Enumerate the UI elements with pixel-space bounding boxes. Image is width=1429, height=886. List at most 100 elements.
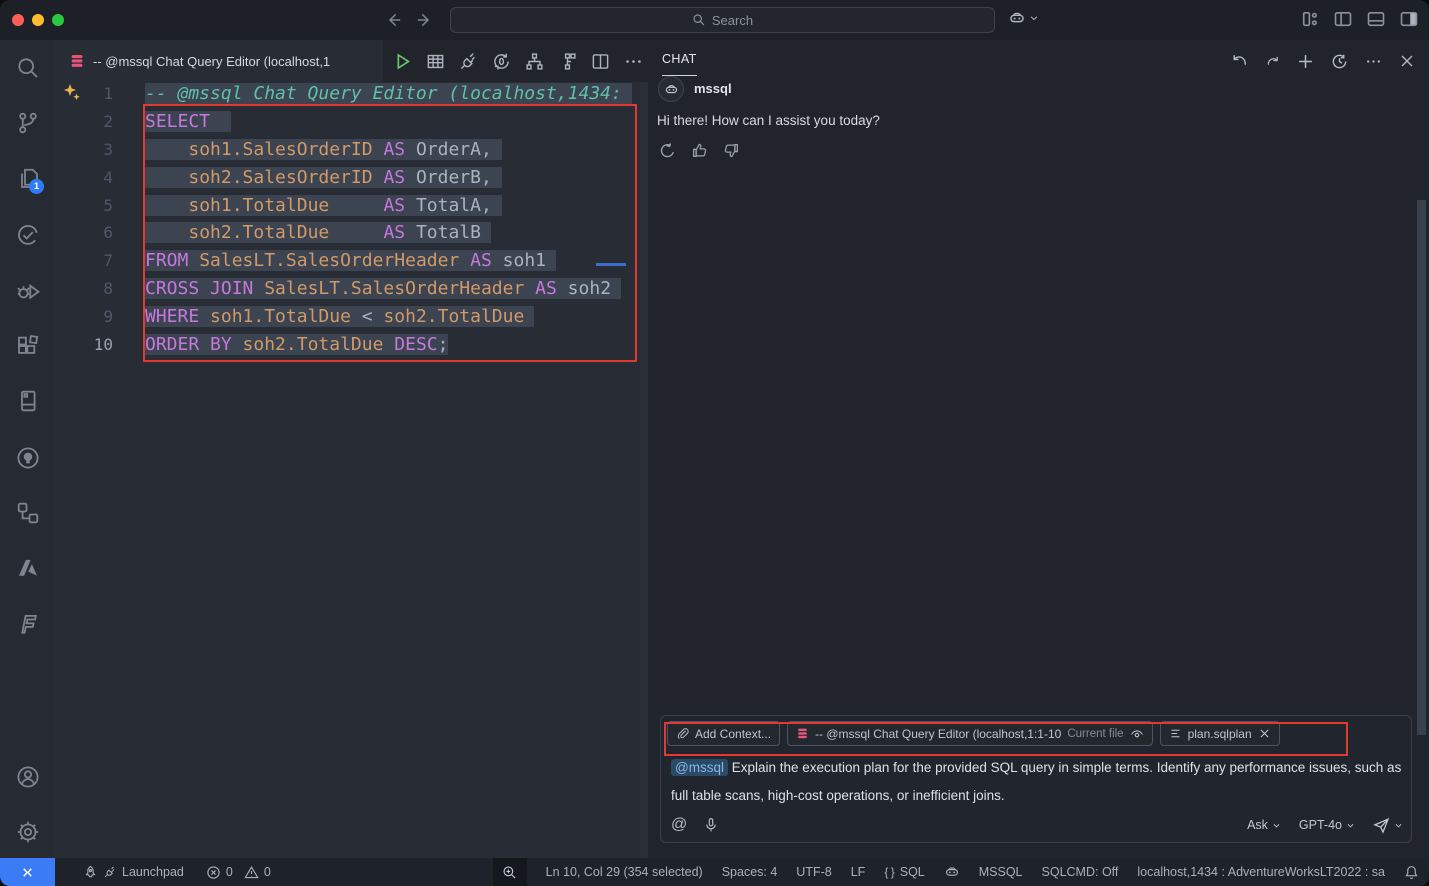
chat-history-icon[interactable] — [1331, 53, 1348, 70]
chat-redo-icon[interactable] — [1265, 54, 1280, 69]
customize-layout-icon[interactable] — [1300, 9, 1320, 29]
context-chip-query-editor[interactable]: -- @mssql Chat Query Editor (localhost,1… — [787, 721, 1153, 746]
minimize-window-button[interactable] — [32, 14, 44, 26]
model-dropdown[interactable]: GPT-4o — [1299, 818, 1355, 832]
search-input[interactable]: Search — [450, 7, 995, 33]
code-line[interactable]: 4 soh2.SalesOrderID AS OrderB, — [55, 163, 640, 191]
encoding[interactable]: UTF-8 — [796, 865, 831, 879]
problems-button[interactable]: 0 0 — [206, 865, 271, 880]
maximize-window-button[interactable] — [52, 14, 64, 26]
nav-forward-icon[interactable] — [415, 11, 433, 29]
remote-indicator[interactable] — [0, 858, 55, 886]
vscode-window: Search — [0, 0, 1429, 886]
retry-icon[interactable] — [659, 142, 676, 159]
mssql-mention-chip[interactable]: @mssql — [671, 759, 728, 776]
run-query-button[interactable] — [393, 52, 412, 71]
activity-fabric-icon[interactable] — [0, 601, 55, 647]
code-line[interactable]: 7FROM SalesLT.SalesOrderHeader AS soh1 — [55, 247, 640, 275]
chat-input-container[interactable]: Add Context... -- @mssql Chat Query Edit… — [660, 715, 1412, 843]
magnifier-plus-icon — [502, 865, 517, 880]
toggle-secondary-sidebar-icon[interactable] — [1399, 9, 1419, 29]
activity-explorer-icon[interactable]: 1 — [0, 155, 55, 201]
activity-run-debug-icon[interactable] — [0, 268, 55, 314]
code-line[interactable]: 5 soh1.TotalDue AS TotalA, — [55, 191, 640, 219]
code-line[interactable]: 6 soh2.TotalDue AS TotalB — [55, 219, 640, 247]
editor-toolbar — [383, 40, 643, 82]
connection-status[interactable]: localhost,1434 : AdventureWorksLT2022 : … — [1137, 865, 1385, 879]
warning-icon — [244, 865, 259, 880]
activity-azure-icon[interactable] — [0, 545, 55, 591]
send-button[interactable] — [1373, 817, 1403, 834]
chat-undo-icon[interactable] — [1231, 53, 1248, 70]
mention-context-icon[interactable]: @ — [671, 816, 687, 834]
chat-scrollbar[interactable] — [1417, 200, 1426, 735]
explorer-badge: 1 — [29, 179, 44, 194]
disconnect-button[interactable] — [459, 52, 478, 71]
close-panel-icon[interactable] — [1399, 53, 1415, 69]
launchpad-button[interactable]: Launchpad — [83, 865, 184, 880]
code-editor[interactable]: 1-- @mssql Chat Query Editor (localhost,… — [55, 80, 640, 858]
language-mode[interactable]: { } SQL — [884, 865, 924, 879]
close-window-button[interactable] — [12, 14, 24, 26]
cursor-position[interactable]: Ln 10, Col 29 (354 selected) — [546, 865, 703, 879]
line-number: 8 — [55, 279, 113, 298]
copilot-status-icon[interactable] — [944, 864, 960, 880]
thumbs-up-icon[interactable] — [691, 142, 708, 159]
activity-github-icon[interactable] — [0, 435, 55, 481]
actual-plan-button[interactable] — [558, 52, 577, 71]
code-line[interactable]: 9WHERE soh1.TotalDue < soh2.TotalDue — [55, 302, 640, 330]
results-grid-button[interactable] — [426, 52, 445, 71]
estimated-plan-button[interactable] — [525, 52, 544, 71]
activity-database-projects-icon[interactable] — [0, 378, 55, 424]
chevron-down-icon — [1346, 821, 1355, 830]
activity-connections-icon[interactable] — [0, 490, 55, 536]
accounts-icon[interactable] — [0, 754, 55, 800]
eye-icon[interactable] — [1130, 727, 1144, 741]
cursor-artifact — [596, 263, 626, 266]
tab-title: -- @mssql Chat Query Editor (localhost,1 — [93, 54, 330, 69]
add-context-button[interactable]: Add Context... — [667, 721, 780, 746]
toggle-panel-icon[interactable] — [1366, 9, 1386, 29]
tab-strip: -- @mssql Chat Query Editor (localhost,1 — [55, 40, 648, 82]
thumbs-down-icon[interactable] — [723, 142, 740, 159]
activity-extensions-icon[interactable] — [0, 323, 55, 369]
mssql-status[interactable]: MSSQL — [979, 865, 1023, 879]
code-line[interactable]: 3 soh1.SalesOrderID AS OrderA, — [55, 136, 640, 164]
activity-query-history-icon[interactable] — [0, 212, 55, 258]
line-number: 4 — [55, 168, 113, 187]
activity-search-icon[interactable] — [0, 45, 55, 91]
context-chip-title: -- @mssql Chat Query Editor (localhost,1… — [815, 727, 1061, 741]
remove-chip-icon[interactable] — [1258, 727, 1271, 740]
tab-chat[interactable]: CHAT — [662, 52, 697, 70]
activity-source-control-icon[interactable] — [0, 100, 55, 146]
tab-query-editor[interactable]: -- @mssql Chat Query Editor (localhost,1 — [55, 40, 383, 82]
chat-input-text[interactable]: @mssql Explain the execution plan for th… — [671, 754, 1403, 810]
eol-sequence[interactable]: LF — [851, 865, 866, 879]
code-line[interactable]: 1-- @mssql Chat Query Editor (localhost,… — [55, 80, 640, 108]
microphone-icon[interactable] — [703, 817, 719, 833]
toggle-primary-sidebar-icon[interactable] — [1333, 9, 1353, 29]
mode-label: Ask — [1247, 818, 1268, 832]
paperclip-icon — [676, 727, 689, 740]
notifications-bell-icon[interactable] — [1404, 865, 1419, 880]
change-connection-button[interactable] — [492, 52, 511, 71]
chat-more-icon[interactable] — [1365, 53, 1382, 70]
code-line[interactable]: 8CROSS JOIN SalesLT.SalesOrderHeader AS … — [55, 275, 640, 303]
mode-dropdown[interactable]: Ask — [1247, 818, 1281, 832]
settings-gear-icon[interactable] — [0, 809, 55, 855]
line-number: 5 — [55, 196, 113, 215]
code-line[interactable]: 2SELECT — [55, 108, 640, 136]
copilot-menu-button[interactable] — [1008, 9, 1039, 27]
new-chat-icon[interactable] — [1297, 53, 1314, 70]
copilot-icon — [1008, 9, 1026, 27]
code-line[interactable]: 10ORDER BY soh2.TotalDue DESC; — [55, 330, 640, 358]
context-chip-sqlplan[interactable]: plan.sqlplan — [1160, 721, 1280, 746]
zoom-indicator[interactable] — [493, 858, 527, 886]
sqlcmd-status[interactable]: SQLCMD: Off — [1042, 865, 1119, 879]
editor-scrollbar[interactable] — [640, 82, 648, 858]
indentation[interactable]: Spaces: 4 — [722, 865, 778, 879]
split-editor-button[interactable] — [591, 52, 610, 71]
nav-back-icon[interactable] — [385, 11, 403, 29]
more-actions-button[interactable] — [624, 52, 643, 71]
mssql-avatar-icon — [658, 76, 684, 102]
